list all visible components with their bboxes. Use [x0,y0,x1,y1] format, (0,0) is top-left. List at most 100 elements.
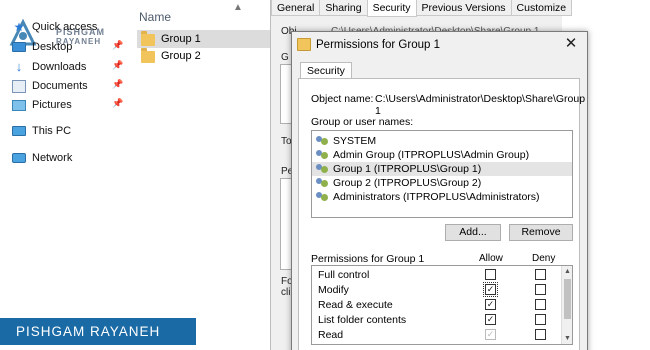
users-icon [316,164,329,174]
properties-to-label: To [281,136,292,147]
permissions-for-label: Permissions for Group 1 [311,253,425,265]
security-panel: Object name: C:\Users\Administrator\Desk… [298,78,585,350]
scroll-thumb[interactable] [564,279,571,319]
deny-checkbox[interactable] [535,314,546,325]
nav-item-label: This PC [32,125,72,137]
group-row-administrators[interactable]: Administrators (ITPROPLUS\Administrators… [312,190,572,204]
group-name: Group 2 (ITPROPLUS\Group 2) [333,177,482,189]
downloads-icon: ↓ [15,59,23,74]
group-name: Admin Group (ITPROPLUS\Admin Group) [333,149,530,161]
pin-icon: 📌 [112,98,124,108]
permission-name: List folder contents [318,314,407,326]
scroll-up-icon[interactable]: ▲ [562,266,572,277]
allow-checkbox[interactable] [485,269,496,280]
pin-icon: 📌 [112,40,124,50]
properties-group-label: G [281,52,289,63]
sort-up-icon[interactable]: ▲ [233,2,243,13]
tab-general[interactable]: General [271,0,321,16]
star-icon: ★ [13,20,25,34]
permission-row-full-control: Full control [312,268,562,283]
deny-checkbox[interactable] [535,284,546,295]
permission-row-modify: Modify ✓ [312,282,562,298]
this-pc-icon [12,126,26,136]
group-name: Administrators (ITPROPLUS\Administrators… [333,191,540,203]
permission-row-read-execute: Read & execute ✓ [312,298,562,313]
nav-item-network[interactable]: Network [12,149,72,167]
navigation-pane: PISHGAM RAYANEH ★ Quick access Desktop 📌… [0,0,125,350]
allow-checkbox[interactable]: ✓ [485,314,496,325]
screenshot-root: PISHGAM RAYANEH ★ Quick access Desktop 📌… [0,0,650,350]
users-icon [316,192,329,202]
nav-item-documents[interactable]: Documents 📌 [12,77,123,95]
dialog-title: Permissions for Group 1 [316,39,440,51]
permission-row-list-folder-contents: List folder contents ✓ [312,313,562,328]
nav-item-pictures[interactable]: Pictures 📌 [12,96,123,114]
nav-item-label: Quick access [32,21,98,33]
deny-column-header: Deny [532,253,556,264]
group-row-group-2[interactable]: Group 2 (ITPROPLUS\Group 2) [312,176,572,190]
file-name: Group 2 [161,50,201,62]
allow-checkbox: ✓ [485,329,496,340]
nav-item-this-pc[interactable]: This PC [12,122,71,140]
documents-icon [12,79,26,93]
nav-item-label: Documents [32,80,88,92]
group-name: Group 1 (ITPROPLUS\Group 1) [333,163,482,175]
permission-name: Modify [318,284,349,296]
nav-item-label: Network [32,152,73,164]
close-icon[interactable]: ✕ [561,34,581,54]
tab-sharing[interactable]: Sharing [319,0,368,16]
pin-icon: 📌 [112,79,124,89]
tab-customize[interactable]: Customize [510,0,573,16]
properties-tabs: General Sharing Security Previous Versio… [271,0,573,17]
nav-item-label: Downloads [32,61,87,73]
file-list: ▲ Name Group 1 Group 2 [125,0,270,350]
tab-security[interactable]: Security [366,0,417,17]
users-icon [316,136,329,146]
allow-checkbox[interactable]: ✓ [485,299,496,310]
permissions-list: Full control Modify ✓ Read & execute ✓ L… [311,265,573,345]
allow-column-header: Allow [479,253,503,264]
watermark-banner: PISHGAM RAYANEH [0,318,196,345]
nav-item-label: Pictures [32,99,72,111]
group-row-group-1[interactable]: Group 1 (ITPROPLUS\Group 1) [312,162,572,176]
nav-item-desktop[interactable]: Desktop 📌 [12,38,123,56]
folder-icon [141,48,155,63]
permission-row-read: Read ✓ [312,328,562,343]
group-row-system[interactable]: SYSTEM [312,134,572,148]
nav-item-downloads[interactable]: ↓ Downloads 📌 [12,58,123,76]
folder-icon [141,31,155,46]
group-names-label: Group or user names: [311,116,414,128]
permission-name: Read & execute [318,299,393,311]
users-icon [316,178,329,188]
allow-checkbox[interactable]: ✓ [483,282,498,297]
group-name: SYSTEM [333,135,377,147]
tab-security[interactable]: Security [300,62,352,79]
scroll-down-icon[interactable]: ▼ [562,333,572,344]
file-row-group-2[interactable]: Group 2 [137,47,270,65]
remove-button[interactable]: Remove [509,224,573,241]
file-row-group-1[interactable]: Group 1 [137,30,270,48]
properties-footer-2: cli [281,287,291,298]
group-list: SYSTEM Admin Group (ITPROPLUS\Admin Grou… [311,130,573,218]
permission-name: Full control [318,269,370,281]
folder-icon [297,38,311,51]
nav-item-quick-access[interactable]: ★ Quick access [12,18,98,36]
permission-name: Read [318,329,344,341]
deny-checkbox[interactable] [535,329,546,340]
permissions-scrollbar[interactable]: ▲ ▼ [561,266,572,344]
add-button[interactable]: Add... [445,224,501,241]
object-name-label: Object name: [311,93,374,105]
group-row-admin-group[interactable]: Admin Group (ITPROPLUS\Admin Group) [312,148,572,162]
deny-checkbox[interactable] [535,269,546,280]
tab-previous-versions[interactable]: Previous Versions [415,0,512,16]
pin-icon: 📌 [112,60,124,70]
object-name-value: C:\Users\Administrator\Desktop\Share\Gro… [375,93,586,117]
network-icon [12,153,26,163]
users-icon [316,150,329,160]
permissions-dialog: Permissions for Group 1 ✕ Security Objec… [291,31,588,350]
nav-item-label: Desktop [32,41,73,53]
deny-checkbox[interactable] [535,299,546,310]
desktop-icon [12,42,26,52]
column-header-name[interactable]: Name [139,10,171,24]
pictures-icon [12,99,26,111]
